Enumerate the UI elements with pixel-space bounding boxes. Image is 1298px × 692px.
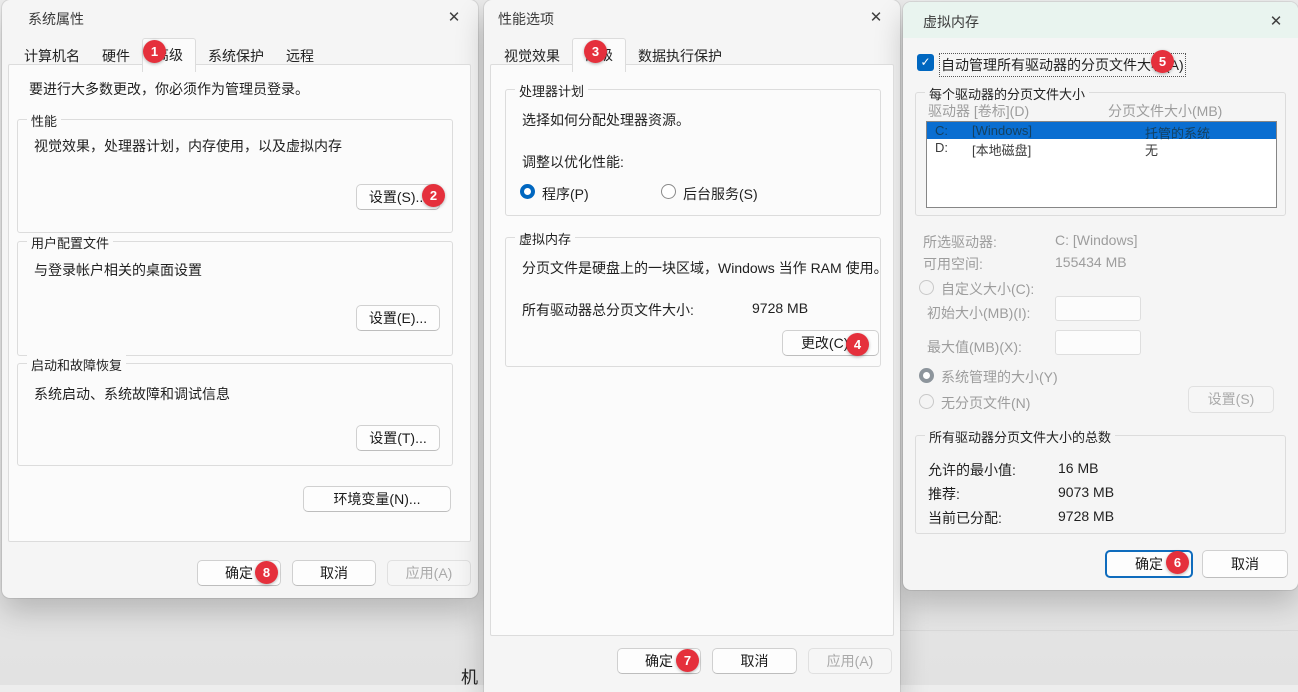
allocated-label: 当前已分配: [928,508,1002,528]
processor-scheduling-label: 处理器计划 [515,81,588,100]
virtual-memory-group: 虚拟内存 分页文件是硬盘上的一块区域，Windows 当作 RAM 使用。 所有… [505,237,881,367]
dialog-title: 性能选项 [498,9,554,29]
dialog-title: 虚拟内存 [923,12,979,32]
tab-strip: 计算机名 硬件 高级 系统保护 远程 [14,44,324,72]
available-space-value: 155434 MB [1055,254,1127,270]
step-badge-2: 2 [422,184,445,207]
tab-visual-effects[interactable]: 视觉效果 [494,44,570,69]
environment-variables-button[interactable]: 环境变量(N)... [303,486,451,512]
background-window-edge [898,630,1298,631]
system-properties-dialog: 系统属性 ✕ 要进行大多数更改，你必须作为管理员登录。 性能 视觉效果，处理器计… [2,0,478,598]
total-paging-value: 9728 MB [752,300,808,316]
set-button: 设置(S) [1188,386,1274,413]
max-size-label: 最大值(MB)(X): [927,337,1022,357]
user-profiles-desc: 与登录帐户相关的桌面设置 [34,260,202,280]
user-profiles-settings-button[interactable]: 设置(E)... [356,305,440,331]
available-space-label: 可用空间: [923,254,983,274]
totals-group-label: 所有驱动器分页文件大小的总数 [925,427,1115,446]
max-size-input [1055,330,1141,355]
radio-custom-size-label: 自定义大小(C): [941,279,1034,299]
drive-volume: [本地磁盘] [972,140,1031,159]
initial-size-input [1055,296,1141,321]
recommended-label: 推荐: [928,484,960,504]
paging-file-desc: 分页文件是硬盘上的一块区域，Windows 当作 RAM 使用。 [522,258,888,278]
drive-row-c[interactable]: C: [Windows] 托管的系统 [927,122,1276,139]
step-badge-7: 7 [676,649,699,672]
radio-programs[interactable] [520,184,535,199]
dialog-title: 系统属性 [28,9,84,29]
step-badge-4: 4 [846,333,869,356]
drive-paging-size: 无 [1145,140,1158,159]
processor-scheduling-group: 处理器计划 选择如何分配处理器资源。 调整以优化性能: 程序(P) 后台服务(S… [505,89,881,216]
drive-list[interactable]: C: [Windows] 托管的系统 D: [本地磁盘] 无 [926,121,1277,208]
auto-manage-checkbox[interactable]: ✓ [917,54,934,71]
min-allowed-value: 16 MB [1058,460,1098,476]
startup-recovery-desc: 系统启动、系统故障和调试信息 [34,384,230,404]
tab-system-protection[interactable]: 系统保护 [198,44,274,69]
background-text-fragment: 机 [461,663,478,688]
cancel-button[interactable]: 取消 [712,648,797,674]
startup-recovery-group: 启动和故障恢复 系统启动、系统故障和调试信息 设置(T)... [17,363,453,466]
drive-letter: C: [935,123,948,138]
min-allowed-label: 允许的最小值: [928,460,1016,480]
close-icon[interactable]: ✕ [1264,10,1288,34]
apply-button: 应用(A) [387,560,471,586]
radio-no-paging-label: 无分页文件(N) [941,393,1030,413]
user-profiles-group-label: 用户配置文件 [27,233,113,252]
radio-background-services-label[interactable]: 后台服务(S) [683,184,758,204]
drive-letter: D: [935,140,948,155]
total-paging-label: 所有驱动器总分页文件大小: [522,300,694,320]
admin-notice: 要进行大多数更改，你必须作为管理员登录。 [29,79,309,99]
step-badge-3: 3 [584,40,607,63]
close-icon[interactable]: ✕ [442,6,466,30]
performance-options-dialog: 性能选项 ✕ 处理器计划 选择如何分配处理器资源。 调整以优化性能: 程序(P)… [484,0,900,692]
performance-group: 性能 视觉效果，处理器计划，内存使用，以及虚拟内存 设置(S)... [17,119,453,233]
startup-recovery-settings-button[interactable]: 设置(T)... [356,425,440,451]
performance-desc: 视觉效果，处理器计划，内存使用，以及虚拟内存 [34,136,342,156]
processor-desc: 选择如何分配处理器资源。 [522,110,690,130]
step-badge-1: 1 [143,40,166,63]
selected-drive-value: C: [Windows] [1055,232,1137,248]
user-profiles-group: 用户配置文件 与登录帐户相关的桌面设置 设置(E)... [17,241,453,356]
step-badge-5: 5 [1151,50,1174,73]
startup-recovery-group-label: 启动和故障恢复 [27,355,126,374]
column-size: 分页文件大小(MB) [1108,101,1222,121]
apply-button: 应用(A) [808,648,892,674]
drive-volume: [Windows] [972,123,1032,138]
tab-dep[interactable]: 数据执行保护 [628,44,732,69]
radio-background-services[interactable] [661,184,676,199]
column-drive: 驱动器 [卷标](D) [928,101,1029,121]
virtual-memory-label: 虚拟内存 [515,229,575,248]
radio-custom-size [919,280,934,295]
performance-group-label: 性能 [27,111,61,130]
tab-computer-name[interactable]: 计算机名 [14,44,90,69]
step-badge-6: 6 [1166,551,1189,574]
close-icon[interactable]: ✕ [864,6,888,30]
tab-remote[interactable]: 远程 [276,44,324,69]
adjust-label: 调整以优化性能: [522,152,624,172]
recommended-value: 9073 MB [1058,484,1114,500]
cancel-button[interactable]: 取消 [292,560,376,586]
step-badge-8: 8 [255,561,278,584]
radio-system-managed [919,368,934,383]
totals-group: 所有驱动器分页文件大小的总数 允许的最小值: 16 MB 推荐: 9073 MB… [915,435,1286,534]
selected-drive-label: 所选驱动器: [923,232,997,252]
radio-system-managed-label: 系统管理的大小(Y) [941,367,1058,387]
tab-strip: 视觉效果 高级 数据执行保护 [494,44,732,72]
per-drive-group: 每个驱动器的分页文件大小 驱动器 [卷标](D) 分页文件大小(MB) C: [… [915,92,1286,216]
tab-page: 要进行大多数更改，你必须作为管理员登录。 性能 视觉效果，处理器计划，内存使用，… [8,64,471,542]
drive-row-d[interactable]: D: [本地磁盘] 无 [927,139,1276,156]
tab-hardware[interactable]: 硬件 [92,44,140,69]
initial-size-label: 初始大小(MB)(I): [927,303,1030,323]
radio-no-paging [919,394,934,409]
virtual-memory-dialog: 虚拟内存 ✕ ✓ 自动管理所有驱动器的分页文件大小(A) 每个驱动器的分页文件大… [903,2,1298,590]
auto-manage-checkbox-label[interactable]: 自动管理所有驱动器的分页文件大小(A) [941,55,1184,75]
cancel-button[interactable]: 取消 [1202,550,1288,578]
tab-page: 处理器计划 选择如何分配处理器资源。 调整以优化性能: 程序(P) 后台服务(S… [490,64,894,636]
allocated-value: 9728 MB [1058,508,1114,524]
radio-programs-label[interactable]: 程序(P) [542,184,589,204]
